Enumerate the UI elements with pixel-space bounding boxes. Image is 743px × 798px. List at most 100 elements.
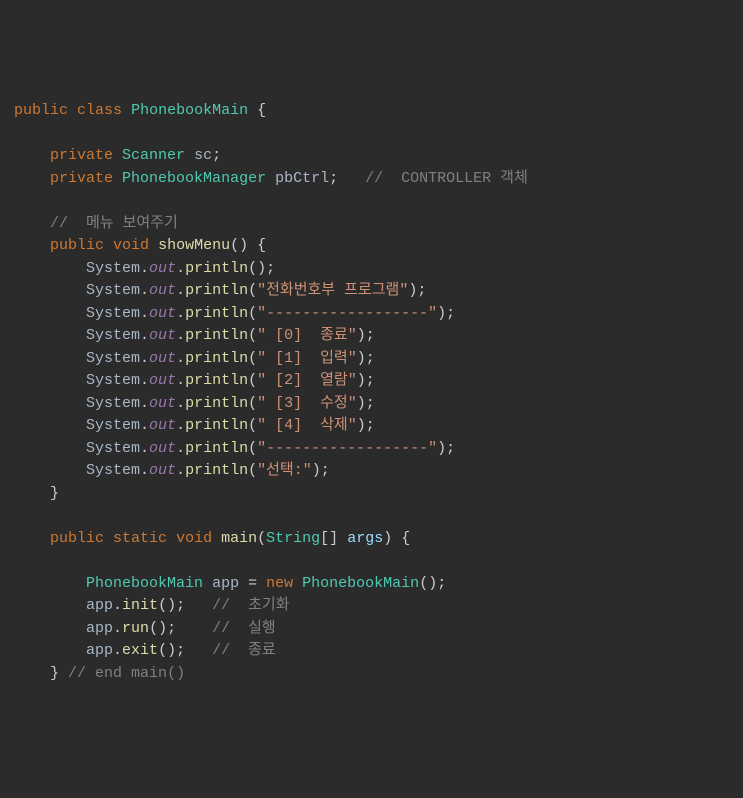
brace-open: { xyxy=(257,237,266,254)
system: System xyxy=(86,350,140,367)
system: System xyxy=(86,327,140,344)
semicolon: ; xyxy=(446,440,455,457)
parens: () xyxy=(149,620,167,637)
dot: . xyxy=(176,305,185,322)
code-block: public class PhonebookMain { private Sca… xyxy=(14,100,729,685)
system: System xyxy=(86,372,140,389)
keyword-void: void xyxy=(176,530,212,547)
println: println xyxy=(185,282,248,299)
parens: () xyxy=(419,575,437,592)
comment-run: // 실행 xyxy=(212,620,276,637)
keyword-static: static xyxy=(113,530,167,547)
dot: . xyxy=(140,260,149,277)
string-literal: " [0] 종료" xyxy=(257,327,357,344)
rparen: ) xyxy=(383,530,392,547)
dot: . xyxy=(176,417,185,434)
system: System xyxy=(86,305,140,322)
out: out xyxy=(149,440,176,457)
system: System xyxy=(86,440,140,457)
println: println xyxy=(185,372,248,389)
field-pbctrl: pbCtrl xyxy=(275,170,329,187)
brace-close: } xyxy=(50,665,59,682)
rparen: ) xyxy=(357,350,366,367)
dot: . xyxy=(140,417,149,434)
rparen: ) xyxy=(437,305,446,322)
rparen: ) xyxy=(357,417,366,434)
var-app: app xyxy=(86,597,113,614)
keyword-public: public xyxy=(14,102,68,119)
semicolon: ; xyxy=(321,462,330,479)
keyword-public: public xyxy=(50,530,104,547)
brace-open: { xyxy=(257,102,266,119)
brace-open: { xyxy=(401,530,410,547)
out: out xyxy=(149,395,176,412)
dot: . xyxy=(176,282,185,299)
comment-controller: // CONTROLLER 객체 xyxy=(365,170,528,187)
lparen: ( xyxy=(248,440,257,457)
lparen: ( xyxy=(248,395,257,412)
lparen: ( xyxy=(248,305,257,322)
semicolon: ; xyxy=(176,642,185,659)
semicolon: ; xyxy=(176,597,185,614)
println: println xyxy=(185,417,248,434)
semicolon: ; xyxy=(212,147,221,164)
println: println xyxy=(185,260,248,277)
println: println xyxy=(185,350,248,367)
comment-init: // 초기화 xyxy=(212,597,289,614)
dot: . xyxy=(140,350,149,367)
var-app: app xyxy=(86,620,113,637)
dot: . xyxy=(113,642,122,659)
semicolon: ; xyxy=(366,395,375,412)
lparen: ( xyxy=(248,350,257,367)
method-showmenu: showMenu xyxy=(158,237,230,254)
method-exit: exit xyxy=(122,642,158,659)
semicolon: ; xyxy=(366,350,375,367)
semicolon: ; xyxy=(266,260,275,277)
rparen: ) xyxy=(408,282,417,299)
keyword-new: new xyxy=(266,575,293,592)
string-literal: " [3] 수정" xyxy=(257,395,357,412)
comment-menu: // 메뉴 보여주기 xyxy=(50,215,178,232)
out: out xyxy=(149,260,176,277)
dot: . xyxy=(113,597,122,614)
rparen: ) xyxy=(357,395,366,412)
lparen: ( xyxy=(257,530,266,547)
string-literal: "선택:" xyxy=(257,462,312,479)
out: out xyxy=(149,417,176,434)
system: System xyxy=(86,260,140,277)
comment-end-main: // end main() xyxy=(68,665,185,682)
var-app: app xyxy=(86,642,113,659)
keyword-private: private xyxy=(50,147,113,164)
dot: . xyxy=(140,282,149,299)
semicolon: ; xyxy=(366,327,375,344)
string-literal: "------------------" xyxy=(257,440,437,457)
dot: . xyxy=(176,260,185,277)
out: out xyxy=(149,327,176,344)
field-sc: sc xyxy=(194,147,212,164)
parens: () xyxy=(248,260,266,277)
semicolon: ; xyxy=(366,372,375,389)
dot: . xyxy=(176,395,185,412)
lparen: ( xyxy=(248,372,257,389)
parens: () xyxy=(230,237,248,254)
rparen: ) xyxy=(312,462,321,479)
dot: . xyxy=(140,462,149,479)
parens: () xyxy=(158,642,176,659)
var-app: app xyxy=(212,575,239,592)
lparen: ( xyxy=(248,327,257,344)
dot: . xyxy=(140,440,149,457)
keyword-private: private xyxy=(50,170,113,187)
semicolon: ; xyxy=(446,305,455,322)
system: System xyxy=(86,282,140,299)
string-literal: "전화번호부 프로그램" xyxy=(257,282,408,299)
println: println xyxy=(185,440,248,457)
out: out xyxy=(149,305,176,322)
equals: = xyxy=(248,575,257,592)
println: println xyxy=(185,305,248,322)
dot: . xyxy=(176,440,185,457)
string-literal: " [4] 삭제" xyxy=(257,417,357,434)
type-phonebookmanager: PhonebookManager xyxy=(122,170,266,187)
type-scanner: Scanner xyxy=(122,147,185,164)
rparen: ) xyxy=(357,327,366,344)
param-args: args xyxy=(347,530,383,547)
